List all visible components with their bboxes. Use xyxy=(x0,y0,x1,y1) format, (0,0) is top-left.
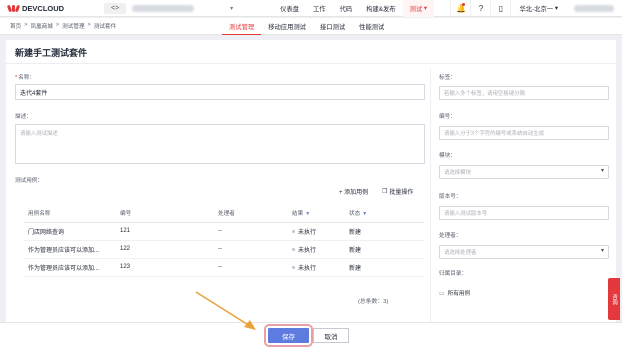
arrow-line xyxy=(195,291,251,327)
annotation-arrow-icon xyxy=(195,291,256,330)
arrow-head xyxy=(244,320,256,330)
